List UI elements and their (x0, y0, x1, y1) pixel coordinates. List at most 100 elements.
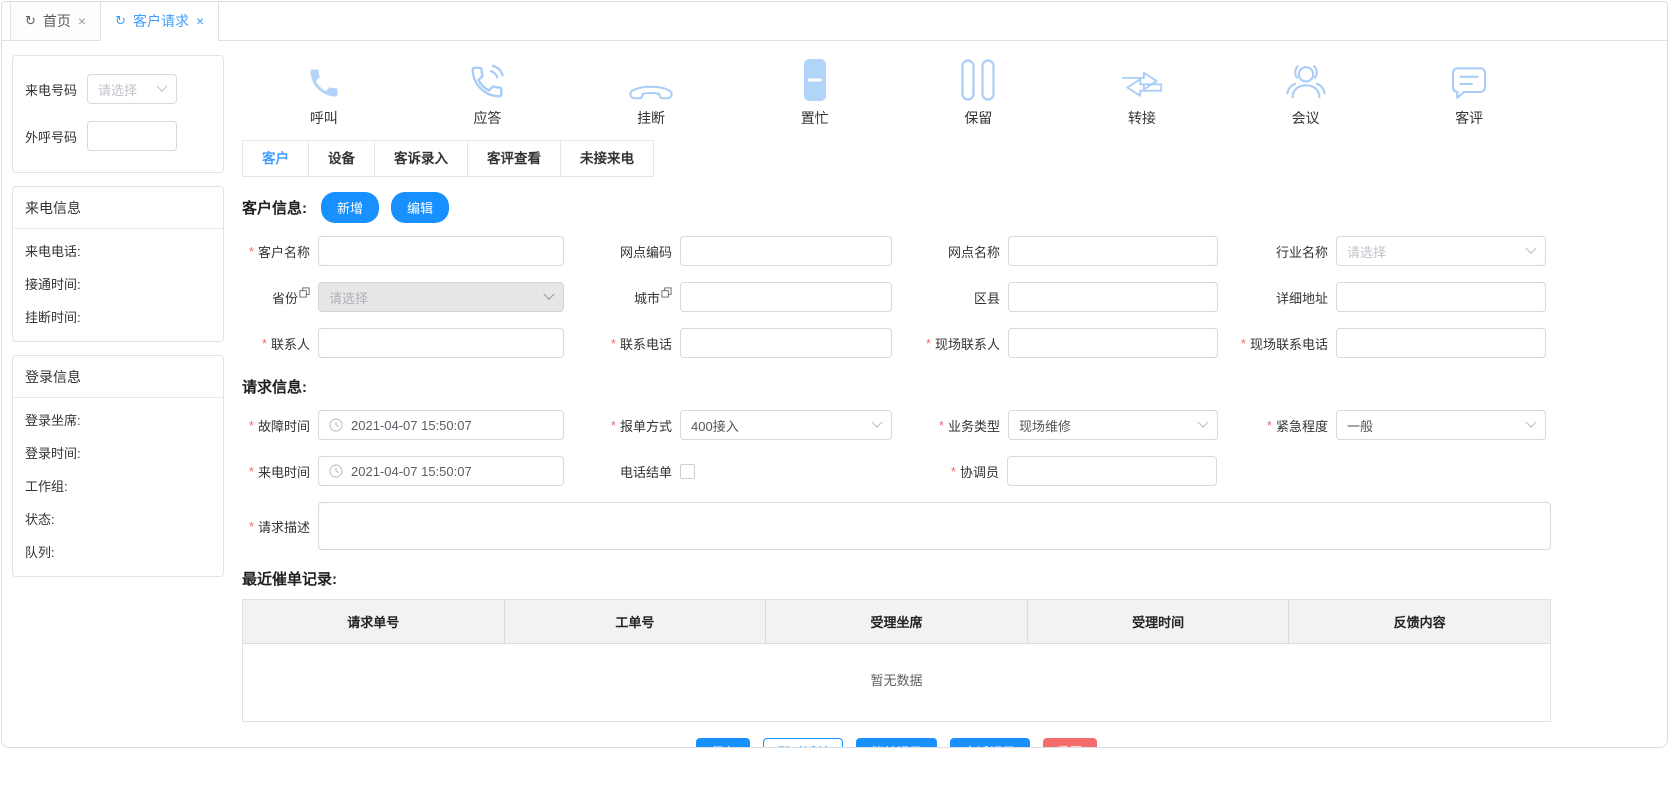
industry-label: 行业名称 (1218, 242, 1336, 261)
tab-device[interactable]: 设备 (309, 140, 375, 177)
busy-label: 置忙 (801, 108, 829, 128)
contact-phone-label: 联系电话 (564, 334, 680, 353)
complaint-log-button[interactable]: 客诉记录 (950, 738, 1030, 748)
tab-home[interactable]: ↻ 首页 × (10, 2, 101, 40)
urgency-label: 紧急程度 (1218, 416, 1336, 435)
reminder-table-body: 暂无数据 (243, 644, 1550, 721)
reminder-table: 请求单号 工单号 受理坐席 受理时间 反馈内容 暂无数据 (242, 599, 1551, 722)
outlet-name-input[interactable] (1008, 236, 1218, 266)
tab-customer-request[interactable]: ↻ 客户请求 × (101, 2, 219, 40)
reminder-log-button[interactable]: 催单记录 (856, 738, 936, 748)
industry-placeholder: 请选择 (1347, 242, 1386, 261)
phone-close-checkbox[interactable] (680, 464, 695, 479)
chevron-down-icon (1525, 243, 1536, 254)
call-info-panel: 来电信息 来电电话: 接通时间: 挂断时间: (12, 186, 224, 342)
customer-name-input[interactable] (318, 236, 564, 266)
description-label: 请求描述 (242, 517, 318, 536)
site-contact-phone-label: 现场联系电话 (1218, 334, 1336, 353)
call-time-picker[interactable]: 2021-04-07 15:50:07 (318, 456, 564, 486)
clock-icon (329, 418, 343, 432)
login-agent-label: 登录坐席: (13, 403, 223, 436)
biz-type-select[interactable]: 现场维修 (1008, 410, 1218, 440)
biz-type-label: 业务类型 (892, 416, 1008, 435)
city-input[interactable] (680, 282, 892, 312)
close-icon[interactable]: × (196, 13, 204, 29)
call-controls: 呼叫 应答 挂断 (242, 59, 1551, 128)
chevron-down-icon (543, 289, 554, 300)
outbound-number-label: 外呼号码 (25, 127, 87, 146)
incoming-number-label: 来电号码 (25, 80, 87, 99)
call-icon (306, 65, 342, 101)
copy-icon[interactable] (661, 287, 672, 298)
instant-dispatch-button[interactable]: 即时派单 (763, 738, 843, 748)
content-tabbar: 客户 设备 客诉录入 客评查看 未接来电 (242, 140, 1551, 177)
meeting-button[interactable]: 会议 (1224, 59, 1388, 128)
site-contact-phone-input[interactable] (1336, 328, 1546, 358)
contact-phone-input[interactable] (680, 328, 892, 358)
clock-icon (329, 464, 343, 478)
call-phone-label: 来电电话: (13, 234, 223, 267)
fault-time-label: 故障时间 (242, 416, 318, 435)
hold-icon (961, 59, 995, 101)
request-info-title: 请求信息: (242, 376, 307, 397)
add-button[interactable]: 新增 (321, 192, 379, 223)
copy-icon[interactable] (299, 287, 310, 298)
hold-button[interactable]: 保留 (897, 59, 1061, 128)
district-label: 区县 (892, 288, 1008, 307)
outlet-name-label: 网点名称 (892, 242, 1008, 261)
customer-name-label: 客户名称 (242, 242, 318, 261)
district-input[interactable] (1008, 282, 1218, 312)
urgency-select[interactable]: 一般 (1336, 410, 1546, 440)
reminder-table-header: 请求单号 工单号 受理坐席 受理时间 反馈内容 (243, 600, 1550, 644)
city-label: 城市 (564, 288, 680, 307)
urgency-value: 一般 (1347, 416, 1373, 435)
save-button[interactable]: 保存 (696, 738, 750, 748)
window-tabbar: ↻ 首页 × ↻ 客户请求 × (2, 2, 1667, 41)
call-time-value: 2021-04-07 15:50:07 (351, 464, 472, 479)
chevron-down-icon (1525, 417, 1536, 428)
status-label: 状态: (13, 502, 223, 535)
footer-actions: 保存 即时派单 催单记录 客诉记录 重置 (242, 738, 1551, 748)
hangup-icon (629, 79, 673, 101)
contact-label: 联系人 (242, 334, 318, 353)
tab-rating-view[interactable]: 客评查看 (468, 140, 561, 177)
col-feedback: 反馈内容 (1289, 600, 1550, 643)
hangup-time-label: 挂断时间: (13, 300, 223, 333)
tab-customer[interactable]: 客户 (242, 140, 309, 177)
login-time-label: 登录时间: (13, 436, 223, 469)
close-icon[interactable]: × (78, 13, 86, 29)
fault-time-value: 2021-04-07 15:50:07 (351, 418, 472, 433)
answer-button[interactable]: 应答 (406, 59, 570, 128)
tab-missed-calls[interactable]: 未接来电 (561, 140, 654, 177)
site-contact-label: 现场联系人 (892, 334, 1008, 353)
biz-type-value: 现场维修 (1019, 416, 1071, 435)
refresh-icon[interactable]: ↻ (115, 13, 126, 29)
transfer-button[interactable]: 转接 (1060, 59, 1224, 128)
meeting-label: 会议 (1292, 108, 1320, 128)
industry-select[interactable]: 请选择 (1336, 236, 1546, 266)
rate-label: 客评 (1455, 108, 1483, 128)
reset-button[interactable]: 重置 (1043, 738, 1097, 748)
incoming-number-select[interactable]: 请选择 (87, 74, 177, 104)
tab-customer-request-label: 客户请求 (133, 11, 189, 31)
rate-button[interactable]: 客评 (1387, 59, 1551, 128)
fault-time-picker[interactable]: 2021-04-07 15:50:07 (318, 410, 564, 440)
site-contact-input[interactable] (1008, 328, 1218, 358)
description-textarea[interactable] (318, 502, 1551, 550)
contact-input[interactable] (318, 328, 564, 358)
tab-complaint-entry[interactable]: 客诉录入 (375, 140, 468, 177)
edit-button[interactable]: 编辑 (391, 192, 449, 223)
busy-button[interactable]: 置忙 (733, 59, 897, 128)
province-select[interactable]: 请选择 (318, 282, 564, 312)
outlet-code-input[interactable] (680, 236, 892, 266)
address-input[interactable] (1336, 282, 1546, 312)
hangup-button[interactable]: 挂断 (569, 59, 733, 128)
outbound-number-input[interactable] (87, 121, 177, 151)
main-area: 呼叫 应答 挂断 (234, 41, 1667, 747)
report-mode-select[interactable]: 400接入 (680, 410, 892, 440)
coordinator-input[interactable] (1007, 456, 1217, 486)
col-handling-agent: 受理坐席 (766, 600, 1028, 643)
call-button[interactable]: 呼叫 (242, 59, 406, 128)
report-mode-label: 报单方式 (564, 416, 680, 435)
refresh-icon[interactable]: ↻ (25, 13, 36, 29)
